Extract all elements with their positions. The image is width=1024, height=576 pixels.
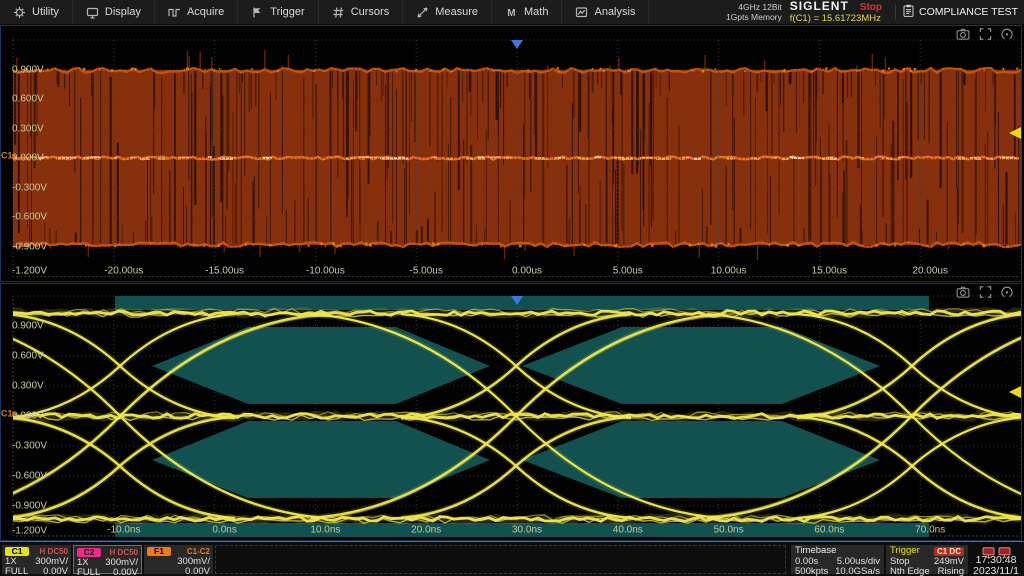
menu-item-measure[interactable]: Measure xyxy=(403,0,492,24)
camera-icon[interactable] xyxy=(956,28,970,40)
analysis-icon xyxy=(575,6,588,19)
brand-logo: SIGLENT xyxy=(790,1,849,12)
measure-icon xyxy=(416,6,429,19)
touch-gesture-icon[interactable] xyxy=(1001,286,1013,298)
clipboard-icon xyxy=(903,4,914,20)
svg-text:M: M xyxy=(507,8,515,19)
trigger-type: Nth Edge xyxy=(890,567,930,576)
clock-date: 2023/11/1 xyxy=(968,566,1024,576)
fullscreen-icon[interactable] xyxy=(979,286,992,298)
menu-item-label: Analysis xyxy=(594,6,635,18)
menu-bar-right: 4GHz 12Bit 1Gpts Memory SIGLENT Stop f(C… xyxy=(726,0,1024,24)
menu-item-label: Trigger xyxy=(270,6,304,18)
divider xyxy=(895,4,896,20)
trigger-position-marker[interactable] xyxy=(511,40,523,49)
channel-value: 300mV/ xyxy=(35,557,68,566)
channel-box-f1[interactable]: F1 C1-C2300mV/0.00V xyxy=(144,545,213,574)
eye-traces xyxy=(0,309,1024,524)
channel-coupling-label: H DC50 xyxy=(110,548,138,557)
timebase-samplerate: 10.0GSa/s xyxy=(835,567,880,576)
channel-box-c1[interactable]: C1 H DC50 1X 300mV/FULL 0.00V xyxy=(2,545,71,574)
trigger-level-marker[interactable] xyxy=(1009,386,1021,398)
panel1-corner-icons xyxy=(956,28,1013,40)
menu-item-trigger[interactable]: Trigger xyxy=(238,0,318,24)
math-icon: M xyxy=(505,6,518,19)
compliance-test-label: COMPLIANCE TEST xyxy=(919,6,1018,18)
channel-value: FULL xyxy=(77,568,100,576)
menu-item-acquire[interactable]: Acquire xyxy=(155,0,238,24)
channel-value: 0.00V xyxy=(113,568,138,576)
gear-icon xyxy=(13,6,26,19)
trigger-level: 249mV xyxy=(934,557,964,566)
fullscreen-icon[interactable] xyxy=(979,28,992,40)
channel-value: FULL xyxy=(5,567,28,576)
channel-value: 300mV/ xyxy=(105,558,138,567)
channel-value: 300mV/ xyxy=(177,557,210,566)
oscilloscope-screen: Utility Display Acquire Trigger Cursors Measu… xyxy=(0,0,1024,576)
menu-bar: Utility Display Acquire Trigger Cursors Measu… xyxy=(0,0,1024,25)
channel-box-c2[interactable]: C2 H DC50 1X 300mV/FULL 0.00V xyxy=(73,545,142,574)
bandwidth-label: 4GHz 12Bit xyxy=(726,2,782,12)
menu-item-label: Utility xyxy=(32,6,59,18)
touch-gesture-icon[interactable] xyxy=(1001,28,1013,40)
menu-item-label: Display xyxy=(105,6,141,18)
channel-badge: C1 xyxy=(5,547,29,556)
trigger-source-badge: C1 DC xyxy=(934,547,964,556)
cursors-icon xyxy=(332,6,345,19)
frequency-counter: f(C1) = 15.61723MHz xyxy=(790,13,882,24)
channel-coupling-label: H DC50 xyxy=(40,547,68,556)
memory-label: 1Gpts Memory xyxy=(726,12,782,22)
trigger-status: Stop xyxy=(890,557,910,566)
channel-value: 0.00V xyxy=(185,567,210,576)
timebase-delay: 0.00s xyxy=(795,557,818,566)
menu-item-label: Acquire xyxy=(187,6,224,18)
trigger-box[interactable]: Trigger C1 DC Stop 249mV Nth Edge Rising xyxy=(886,545,968,574)
trigger-title: Trigger xyxy=(890,546,920,556)
status-bar: C1 H DC50 1X 300mV/FULL 0.00V C2 H DC50 1X 300mV… xyxy=(0,541,1024,576)
menu-item-display[interactable]: Display xyxy=(73,0,155,24)
channel-value: 1X xyxy=(5,557,17,566)
acquire-icon xyxy=(168,6,181,19)
menu-item-label: Cursors xyxy=(351,6,390,18)
brand-block: SIGLENT Stop f(C1) = 15.61723MHz xyxy=(790,1,882,24)
timebase-points: 500kpts xyxy=(795,567,828,576)
timebase-box[interactable]: Timebase 0.00s 5.00us/div 500kpts 10.0GS… xyxy=(791,545,884,574)
menu-item-label: Math xyxy=(524,6,548,18)
channel-value: 1X xyxy=(77,558,89,567)
menu-item-analysis[interactable]: Analysis xyxy=(562,0,649,24)
waveform-graphics[interactable] xyxy=(0,0,1024,576)
acquisition-info: 4GHz 12Bit 1Gpts Memory xyxy=(726,2,782,22)
menu-item-label: Measure xyxy=(435,6,478,18)
channel-value: 0.00V xyxy=(43,567,68,576)
panel2-corner-icons xyxy=(956,286,1013,298)
menu-item-cursors[interactable]: Cursors xyxy=(319,0,404,24)
clock-block: 17:30:48 2023/11/1 xyxy=(968,544,1024,576)
channel-badge: C2 xyxy=(77,548,101,557)
menu-item-math[interactable]: M Math xyxy=(492,0,562,24)
timebase-title: Timebase xyxy=(795,546,836,556)
camera-icon[interactable] xyxy=(956,286,970,298)
acquisition-status[interactable]: Stop xyxy=(860,2,882,13)
flag-icon xyxy=(251,6,264,19)
trigger-slope: Rising xyxy=(938,567,964,576)
display-icon xyxy=(86,6,99,19)
compliance-test-button[interactable]: COMPLIANCE TEST xyxy=(903,4,1024,20)
add-channel-slot[interactable] xyxy=(215,545,786,574)
timebase-scale: 5.00us/div xyxy=(837,557,880,566)
eye-diagram[interactable] xyxy=(0,296,1024,537)
channel-badge: F1 xyxy=(147,547,171,556)
menu-item-utility[interactable]: Utility xyxy=(0,0,73,24)
channel-coupling-label: C1-C2 xyxy=(187,547,210,556)
